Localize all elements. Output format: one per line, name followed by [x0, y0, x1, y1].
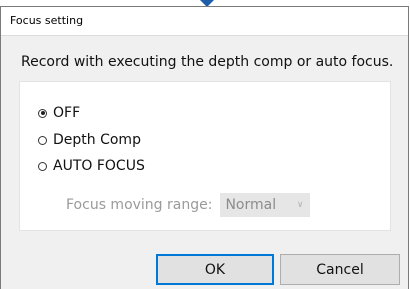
radio-unchecked-icon[interactable]	[38, 161, 47, 171]
dialog-description: Record with executing the depth comp or …	[21, 54, 394, 70]
radio-option-depth-comp[interactable]: Depth Comp	[38, 132, 141, 148]
radio-option-off[interactable]: OFF	[38, 105, 80, 121]
focus-range-value: Normal	[225, 197, 277, 213]
radio-label-depth-comp: Depth Comp	[53, 132, 141, 148]
radio-label-off: OFF	[53, 105, 81, 121]
options-panel: OFF Depth Comp AUTO FOCUS Focus moving r…	[19, 81, 391, 231]
focus-range-select[interactable]: Normal ∨	[220, 193, 311, 217]
focus-setting-dialog: Focus setting Record with executing the …	[0, 6, 409, 289]
radio-checked-icon[interactable]	[38, 108, 47, 118]
dialog-title: Focus setting	[1, 7, 408, 36]
focus-range-label: Focus moving range:	[66, 197, 213, 213]
ok-button[interactable]: OK	[156, 254, 274, 285]
radio-label-auto-focus: AUTO FOCUS	[53, 158, 145, 174]
cancel-button[interactable]: Cancel	[280, 254, 400, 285]
radio-option-auto-focus[interactable]: AUTO FOCUS	[38, 158, 145, 174]
radio-unchecked-icon[interactable]	[38, 135, 47, 145]
chevron-down-icon: ∨	[296, 200, 304, 210]
focus-range-row: Focus moving range: Normal ∨	[66, 193, 311, 217]
